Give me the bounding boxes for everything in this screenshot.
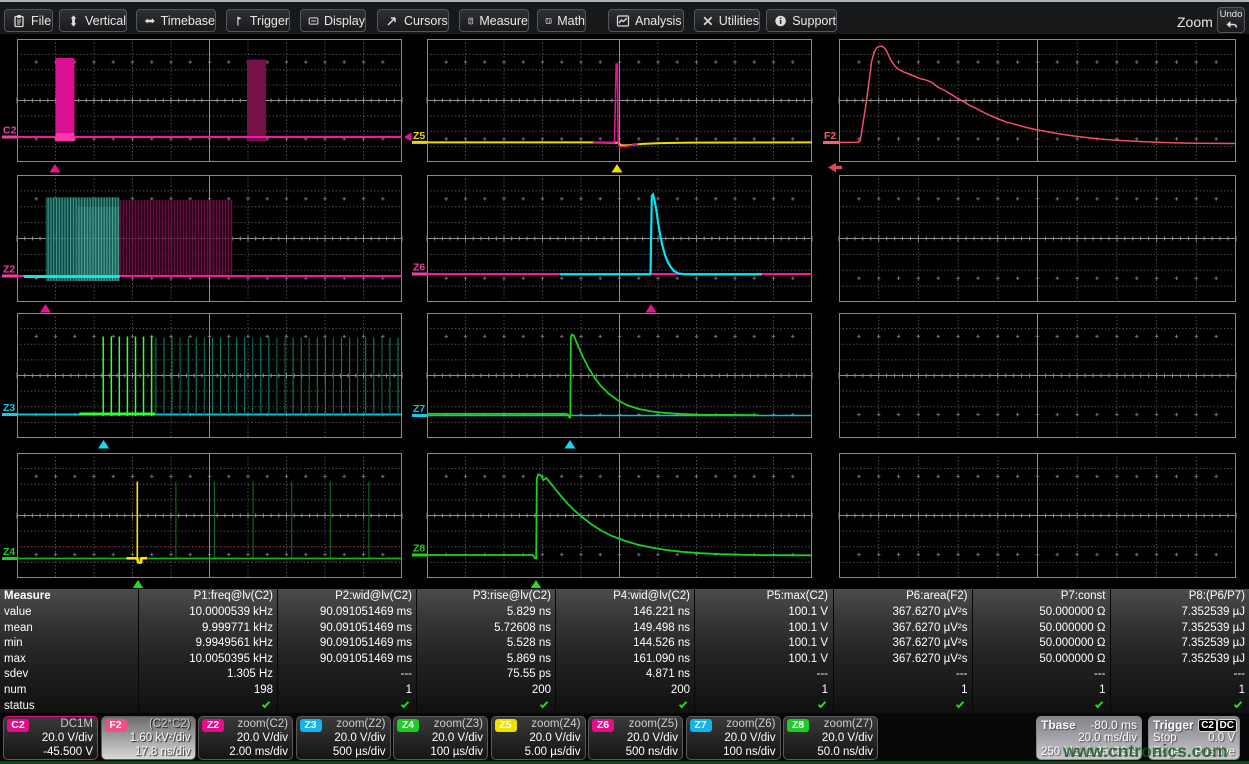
svg-text:Z6: Z6: [413, 262, 425, 274]
svg-text:Z2: Z2: [3, 264, 15, 276]
svg-text:C2: C2: [3, 125, 17, 137]
svg-text:F2: F2: [824, 130, 836, 142]
svg-text:Z3: Z3: [3, 402, 15, 414]
svg-text:Z7: Z7: [413, 403, 425, 415]
svg-text:Z8: Z8: [413, 543, 425, 555]
svg-text:Z5: Z5: [413, 130, 425, 142]
svg-text:Z4: Z4: [3, 546, 15, 558]
